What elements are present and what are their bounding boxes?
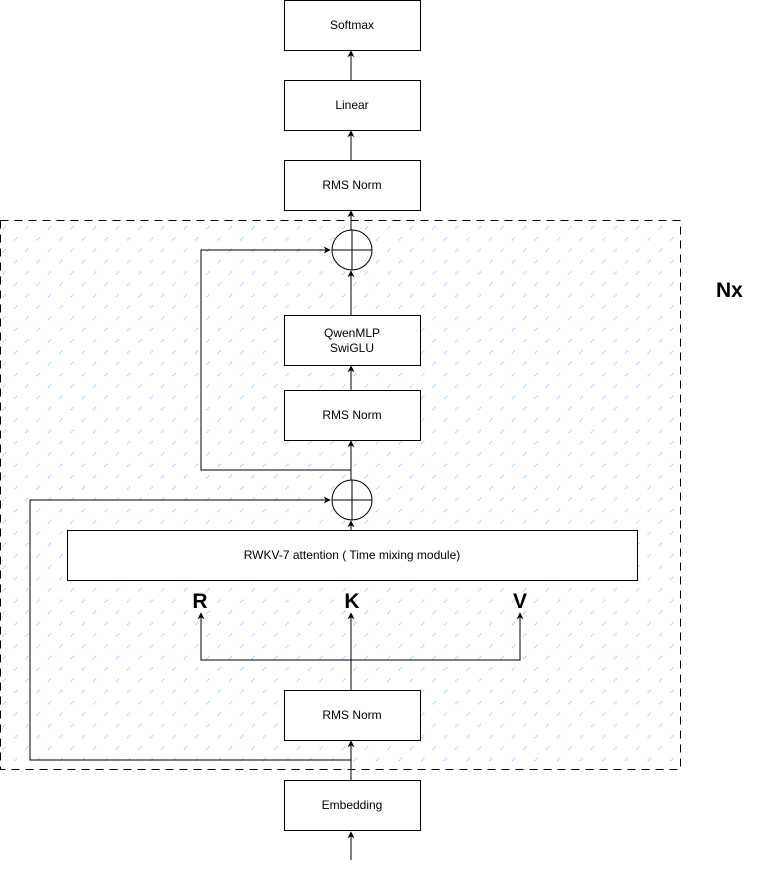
rms-norm-attn-label: RMS Norm	[322, 708, 381, 722]
linear-block: Linear	[284, 80, 421, 131]
rwkv-attention-label: RWKV-7 attention ( Time mixing module)	[244, 548, 461, 562]
rms-norm-mlp-label: RMS Norm	[322, 408, 381, 422]
embedding-block: Embedding	[284, 780, 421, 831]
input-r-label: R	[192, 590, 207, 613]
rms-norm-attn-block: RMS Norm	[284, 690, 421, 741]
rms-norm-final-label: RMS Norm	[322, 178, 381, 192]
add-operator-attn	[331, 479, 373, 521]
embedding-label: Embedding	[322, 798, 383, 812]
softmax-label: Softmax	[330, 18, 374, 32]
qwen-mlp-block: QwenMLP SwiGLU	[284, 315, 421, 366]
input-k-label: K	[344, 590, 359, 613]
add-operator-mlp	[331, 229, 373, 271]
softmax-block: Softmax	[284, 0, 421, 51]
input-v-label: V	[513, 590, 527, 613]
rwkv-attention-block: RWKV-7 attention ( Time mixing module)	[67, 530, 638, 581]
repeat-count-label: Nx	[716, 279, 743, 302]
rms-norm-mlp-block: RMS Norm	[284, 390, 421, 441]
qwen-mlp-label: QwenMLP	[324, 326, 380, 340]
linear-label: Linear	[335, 98, 368, 112]
rms-norm-final-block: RMS Norm	[284, 160, 421, 211]
swiglu-label: SwiGLU	[330, 341, 374, 355]
architecture-diagram: Nx Embedding RMS Norm R K V RWKV-7 atten…	[0, 0, 743, 860]
